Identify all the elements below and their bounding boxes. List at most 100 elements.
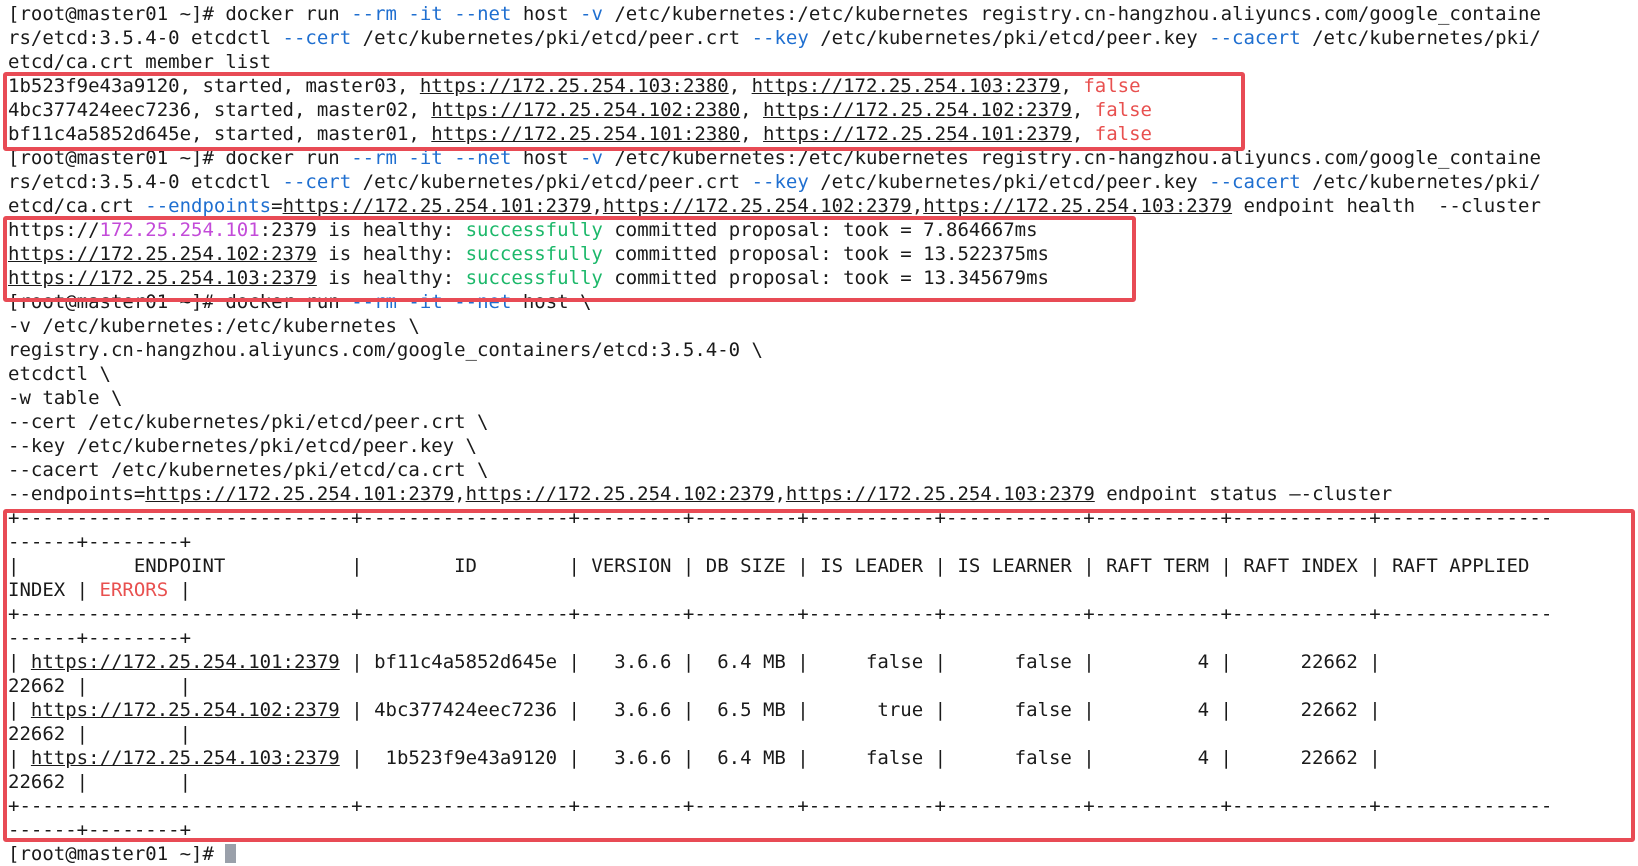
- member-client-url[interactable]: https://172.25.254.103:2379: [752, 75, 1061, 97]
- table-row: | https://172.25.254.102:2379 | 4bc37742…: [8, 698, 1630, 722]
- command-text: etcdctl \: [8, 363, 111, 385]
- table-row: | https://172.25.254.103:2379 | 1b523f9e…: [8, 746, 1630, 770]
- table-header-text: INDEX |: [8, 579, 100, 601]
- table-border-text: ------+--------+: [8, 627, 192, 649]
- command-text: --key /etc/kubernetes/pki/etcd/peer.key …: [8, 435, 477, 457]
- command-line: --cacert /etc/kubernetes/pki/etcd/ca.crt…: [8, 458, 1630, 482]
- command-line: [root@master01 ~]# docker run --rm -it -…: [8, 290, 1630, 314]
- table-row-values: | bf11c4a5852d645e | 3.6.6 | 6.4 MB | fa…: [339, 651, 1381, 673]
- endpoint-url[interactable]: https://172.25.254.101:2379: [145, 483, 454, 505]
- command-line: etcd/ca.crt member list: [8, 50, 1630, 74]
- table-border: ------+--------+: [8, 530, 1630, 554]
- table-border-text: ------+--------+: [8, 819, 192, 841]
- endpoint-url[interactable]: https://172.25.254.103:2379: [786, 483, 1095, 505]
- health-row: https://172.25.254.103:2379 is healthy: …: [8, 266, 1630, 290]
- table-row-values: | 4bc377424eec7236 | 3.6.6 | 6.5 MB | tr…: [339, 699, 1381, 721]
- flag-it: -it: [408, 3, 443, 25]
- table-endpoint[interactable]: https://172.25.254.101:2379: [31, 651, 340, 673]
- flag-rm: --rm: [351, 291, 397, 313]
- shell-prompt: [root@master01 ~]#: [8, 3, 226, 25]
- command-line: --cert /etc/kubernetes/pki/etcd/peer.crt…: [8, 410, 1630, 434]
- table-row: | https://172.25.254.101:2379 | bf11c4a5…: [8, 650, 1630, 674]
- health-success: successfully: [465, 219, 603, 241]
- member-row: bf11c4a5852d645e, started, master01, htt…: [8, 123, 1152, 145]
- command-line: rs/etcd:3.5.4-0 etcdctl --cert /etc/kube…: [8, 170, 1630, 194]
- member-status: started: [213, 99, 294, 121]
- command-text: etcd/ca.crt member list: [8, 51, 272, 73]
- table-header-text: |: [168, 579, 192, 601]
- member-peer-url[interactable]: https://172.25.254.102:2380: [431, 99, 740, 121]
- health-url-port: :2379: [259, 219, 317, 241]
- command-text: endpoint status —-cluster: [1094, 483, 1393, 505]
- table-cell-sep: |: [8, 747, 31, 769]
- command-text: /etc/kubernetes:/etc/kubernetes registry…: [602, 3, 1541, 25]
- command-text: docker run: [225, 3, 352, 25]
- command-text: rs/etcd:3.5.4-0 etcdctl: [8, 27, 283, 49]
- command-text: etcd/ca.crt: [8, 195, 146, 217]
- table-row: 22662 | |: [8, 770, 1630, 794]
- member-row: 4bc377424eec7236, started, master02, htt…: [8, 99, 1152, 121]
- flag-v: -v: [580, 3, 603, 25]
- command-text: /etc/kubernetes/pki/etcd/peer.crt: [351, 27, 752, 49]
- flag-key: --key: [751, 171, 809, 193]
- table-endpoint[interactable]: https://172.25.254.103:2379: [31, 747, 340, 769]
- health-timing: committed proposal: took = 13.345679ms: [602, 267, 1049, 289]
- table-row: 22662 | |: [8, 674, 1630, 698]
- command-line: etcdctl \: [8, 362, 1630, 386]
- command-text: -w table \: [8, 387, 123, 409]
- terminal-output[interactable]: [root@master01 ~]# docker run --rm -it -…: [8, 2, 1630, 866]
- health-url-host: 172.25.254.101: [99, 219, 260, 241]
- comma: ,: [774, 483, 786, 505]
- health-success: successfully: [465, 243, 603, 265]
- health-url[interactable]: https://172.25.254.103:2379: [8, 267, 317, 289]
- flag-cacert: --cacert: [1209, 171, 1301, 193]
- shell-prompt: [root@master01 ~]#: [8, 291, 226, 313]
- command-text: /etc/kubernetes:/etc/kubernetes registry…: [602, 147, 1541, 169]
- table-border: +-----------------------------+---------…: [8, 602, 1630, 626]
- command-text: --endpoints=: [8, 483, 146, 505]
- member-is-learner: false: [1094, 123, 1152, 145]
- endpoint-url[interactable]: https://172.25.254.102:2379: [603, 195, 912, 217]
- member-name: master01: [316, 123, 409, 145]
- endpoint-url[interactable]: https://172.25.254.102:2379: [466, 483, 775, 505]
- command-line: [root@master01 ~]#: [8, 842, 1630, 866]
- health-timing: committed proposal: took = 13.522375ms: [602, 243, 1049, 265]
- flag-net: --net: [454, 291, 512, 313]
- table-row-values: | 1b523f9e43a9120 | 3.6.6 | 6.4 MB | fal…: [339, 747, 1381, 769]
- command-line: rs/etcd:3.5.4-0 etcdctl --cert /etc/kube…: [8, 26, 1630, 50]
- command-text: /etc/kubernetes/pki/etcd/peer.crt: [351, 171, 752, 193]
- table-row-values: 22662 | |: [8, 675, 192, 697]
- endpoint-url[interactable]: https://172.25.254.101:2379: [283, 195, 592, 217]
- health-row: https://172.25.254.101:2379 is healthy: …: [8, 218, 1630, 242]
- member-client-url[interactable]: https://172.25.254.101:2379: [763, 123, 1072, 145]
- member-peer-url[interactable]: https://172.25.254.101:2380: [431, 123, 740, 145]
- command-line: registry.cn-hangzhou.aliyuncs.com/google…: [8, 338, 1630, 362]
- command-line: etcd/ca.crt --endpoints=https://172.25.2…: [8, 194, 1630, 218]
- command-text: /etc/kubernetes/pki/etcd/peer.key: [808, 171, 1210, 193]
- command-text: rs/etcd:3.5.4-0 etcdctl: [8, 171, 283, 193]
- command-text: /etc/kubernetes/pki/: [1300, 27, 1541, 49]
- command-line: --endpoints=https://172.25.254.101:2379,…: [8, 482, 1630, 506]
- member-client-url[interactable]: https://172.25.254.102:2379: [763, 99, 1072, 121]
- table-border-text: +-----------------------------+---------…: [8, 507, 1553, 529]
- flag-it: -it: [408, 291, 443, 313]
- table-row-values: 22662 | |: [8, 771, 192, 793]
- flag-v: -v: [580, 147, 603, 169]
- flag-net: --net: [454, 3, 512, 25]
- table-header: | ENDPOINT | ID | VERSION | DB SIZE | IS…: [8, 554, 1630, 578]
- table-border: +-----------------------------+---------…: [8, 794, 1630, 818]
- health-url[interactable]: https://172.25.254.102:2379: [8, 243, 317, 265]
- member-peer-url[interactable]: https://172.25.254.103:2380: [420, 75, 729, 97]
- health-url-scheme: https://: [8, 219, 100, 241]
- command-text: endpoint health --cluster: [1232, 195, 1541, 217]
- member-id: bf11c4a5852d645e: [8, 123, 192, 145]
- member-id: 4bc377424eec7236: [8, 99, 192, 121]
- health-row: https://172.25.254.102:2379 is healthy: …: [8, 242, 1630, 266]
- endpoint-url[interactable]: https://172.25.254.103:2379: [923, 195, 1232, 217]
- health-text: is healthy:: [316, 243, 466, 265]
- member-is-learner: false: [1083, 75, 1141, 97]
- table-border: ------+--------+: [8, 626, 1630, 650]
- equals: =: [271, 195, 283, 217]
- flag-net: --net: [454, 147, 512, 169]
- table-endpoint[interactable]: https://172.25.254.102:2379: [31, 699, 340, 721]
